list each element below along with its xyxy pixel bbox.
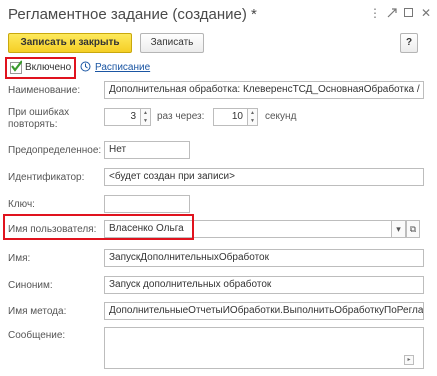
user-highlight [3,214,194,240]
retry-count-field[interactable]: 3 [104,108,141,126]
clock-icon [80,61,91,72]
method-field: ДополнительныеОтчетыИОбработки.Выполнить… [104,302,424,320]
retry-interval-stepper[interactable]: ▲ ▼ [248,108,258,126]
times-through-label: раз через: [157,111,205,122]
enabled-label: Включено [25,62,72,73]
predefined-label: Предопределенное: [8,145,102,156]
close-icon[interactable]: ✕ [418,5,434,21]
name-field[interactable]: Дополнительная обработка: КлеверенсТСД_О… [104,81,424,99]
window-title: Регламентное задание (создание) * [8,6,257,23]
retry-interval-field[interactable]: 10 [213,108,248,126]
identifier-label: Идентификатор: [8,172,85,183]
enabled-checkbox[interactable] [10,60,22,74]
synonym-field: Запуск дополнительных обработок [104,276,424,294]
identifier-field: <будет создан при записи> [104,168,424,186]
help-button[interactable]: ? [400,33,418,53]
name2-field: ЗапускДополнительныхОбработок [104,249,424,267]
seconds-label: секунд [265,111,297,122]
link-icon[interactable] [384,5,400,21]
chevron-down-icon[interactable]: ▾ [392,220,406,238]
message-field[interactable] [104,327,424,369]
predefined-field: Нет [104,141,190,159]
message-label: Сообщение: [8,330,66,341]
retry-count-stepper[interactable]: ▲ ▼ [141,108,151,126]
maximize-icon[interactable] [400,5,416,21]
open-user-button[interactable]: ⧉ [406,220,420,238]
method-label: Имя метода: [8,306,67,317]
key-label: Ключ: [8,199,35,210]
retry-label-line2: повторять: [8,119,58,130]
key-field[interactable] [104,195,190,213]
save-and-close-button[interactable]: Записать и закрыть [8,33,132,53]
retry-label-line1: При ошибках [8,107,70,118]
more-vertical-icon[interactable]: ⋮ [367,5,383,21]
save-button[interactable]: Записать [140,33,204,53]
name-label: Наименование: [8,85,81,96]
checkmark-icon [11,60,22,72]
name2-label: Имя: [8,253,31,264]
synonym-label: Синоним: [8,280,53,291]
message-expand-icon[interactable]: ▸ [404,355,414,365]
schedule-link[interactable]: Расписание [95,62,150,73]
